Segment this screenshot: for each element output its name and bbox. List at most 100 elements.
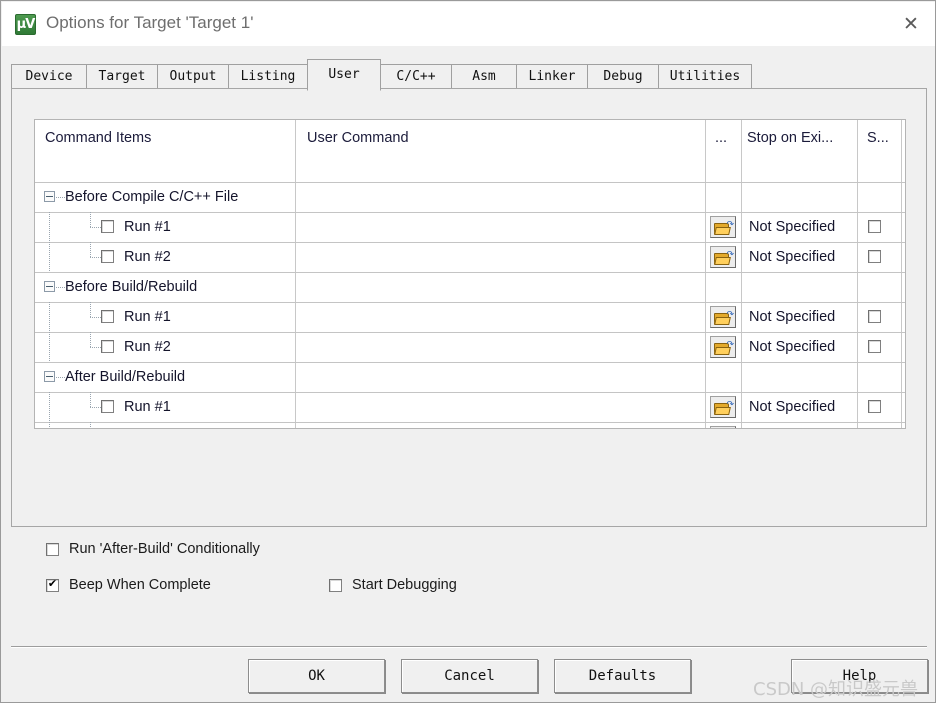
refresh-arrow-icon: ↷ — [726, 220, 734, 230]
folder-open-icon: ↷ — [714, 310, 734, 325]
close-icon[interactable]: ✕ — [888, 4, 934, 44]
tab-linker[interactable]: Linker — [516, 64, 588, 89]
tree-collapse-icon[interactable] — [44, 191, 55, 202]
run-enable-checkbox[interactable] — [101, 340, 114, 353]
user-tab-panel: Command Items User Command ... Stop on E… — [11, 88, 927, 593]
header-browse: ... — [715, 130, 728, 146]
refresh-arrow-icon: ↷ — [726, 250, 734, 260]
refresh-arrow-icon: ↷ — [726, 400, 734, 410]
tree-connector — [90, 302, 91, 318]
run-enable-checkbox[interactable] — [101, 250, 114, 263]
tab-debug[interactable]: Debug — [587, 64, 659, 89]
tab-device[interactable]: Device — [11, 64, 87, 89]
command-items-grid[interactable]: Command Items User Command ... Stop on E… — [34, 119, 906, 429]
tree-connector — [90, 227, 101, 228]
tree-item-label: Run #2 — [124, 422, 171, 428]
beep-when-complete-checkbox-box[interactable] — [46, 577, 59, 592]
run-after-build-conditionally-checkbox-label: Run 'After-Build' Conditionally — [69, 541, 260, 557]
tree-connector — [56, 197, 65, 198]
stop-on-exit-cell[interactable]: Not Specified — [749, 392, 835, 422]
tab-listing[interactable]: Listing — [228, 64, 308, 89]
tree-item-label: Run #2 — [124, 249, 171, 265]
keil-uvision-icon: µV — [15, 14, 36, 35]
keil-uvision-icon-glyph: µV — [16, 17, 36, 32]
table-row[interactable]: Run #2 ↷ Not Specified — [35, 332, 905, 362]
table-row[interactable]: Run #2 ↷ Not Specified — [35, 422, 905, 428]
footer-separator — [11, 646, 927, 648]
run-enable-checkbox[interactable] — [101, 310, 114, 323]
browse-folder-button[interactable]: ↷ — [710, 216, 736, 238]
tree-connector — [90, 347, 101, 348]
tree-connector — [56, 377, 65, 378]
folder-open-icon: ↷ — [714, 400, 734, 415]
tree-connector — [90, 407, 101, 408]
tree-connector — [90, 257, 101, 258]
stop-on-exit-cell[interactable]: Not Specified — [749, 422, 835, 428]
browse-folder-button[interactable]: ↷ — [710, 336, 736, 358]
csdn-watermark: CSDN @知识盛元兽 — [753, 679, 919, 700]
browse-folder-button[interactable]: ↷ — [710, 396, 736, 418]
folder-open-icon: ↷ — [714, 341, 734, 355]
tree-collapse-icon[interactable] — [44, 281, 55, 292]
header-stop-on-exit: Stop on Exi... — [747, 130, 834, 146]
spawn-checkbox[interactable] — [868, 310, 881, 323]
tab-c-c[interactable]: C/C++ — [380, 64, 452, 89]
folder-open-icon: ↷ — [714, 250, 734, 265]
spawn-checkbox[interactable] — [868, 340, 881, 353]
tree-item-label: Run #1 — [124, 219, 171, 235]
spawn-checkbox[interactable] — [868, 220, 881, 233]
run-enable-checkbox[interactable] — [101, 400, 114, 413]
tree-connector — [90, 242, 91, 258]
tree-connector — [56, 287, 65, 288]
stop-on-exit-cell[interactable]: Not Specified — [749, 212, 835, 242]
tree-connector — [90, 392, 91, 408]
table-row[interactable]: After Build/Rebuild — [35, 362, 905, 392]
tree-connector — [90, 212, 91, 228]
tree-group-label: Before Build/Rebuild — [65, 279, 198, 295]
tree-group-label: Before Compile C/C++ File — [65, 189, 239, 205]
table-row[interactable]: Run #1 ↷ Not Specified — [35, 212, 905, 242]
table-row[interactable]: Run #1 ↷ Not Specified — [35, 302, 905, 332]
tree-item-label: Run #1 — [124, 399, 171, 415]
stop-on-exit-cell[interactable]: Not Specified — [749, 332, 835, 362]
tab-output[interactable]: Output — [157, 64, 229, 89]
tree-group-label: After Build/Rebuild — [65, 369, 186, 385]
tree-connector — [49, 392, 50, 422]
tree-connector — [49, 212, 50, 242]
table-row[interactable]: Run #2 ↷ Not Specified — [35, 242, 905, 272]
folder-open-icon: ↷ — [714, 220, 734, 235]
window-title: Options for Target 'Target 1' — [46, 13, 254, 32]
table-row[interactable]: Before Compile C/C++ File — [35, 182, 905, 212]
ok-button[interactable]: OK — [248, 659, 385, 693]
run-after-build-conditionally-checkbox-box[interactable] — [46, 543, 59, 556]
tab-utilities[interactable]: Utilities — [658, 64, 752, 89]
spawn-checkbox[interactable] — [868, 250, 881, 263]
tree-item-label: Run #2 — [124, 339, 171, 355]
header-command-items: Command Items — [45, 130, 152, 146]
browse-folder-button[interactable]: ↷ — [710, 426, 736, 428]
stop-on-exit-cell[interactable]: Not Specified — [749, 242, 835, 272]
tree-connector — [49, 332, 50, 362]
cancel-button[interactable]: Cancel — [401, 659, 538, 693]
spawn-checkbox[interactable] — [868, 400, 881, 413]
run-enable-checkbox[interactable] — [101, 220, 114, 233]
refresh-arrow-icon: ↷ — [726, 310, 734, 320]
browse-folder-button[interactable]: ↷ — [710, 246, 736, 268]
table-row[interactable]: Before Build/Rebuild — [35, 272, 905, 302]
tree-connector — [49, 422, 50, 428]
tree-collapse-icon[interactable] — [44, 371, 55, 382]
tree-connector — [90, 422, 91, 428]
table-row[interactable]: Run #1 ↷ Not Specified — [35, 392, 905, 422]
tree-connector — [90, 317, 101, 318]
tab-target[interactable]: Target — [86, 64, 158, 89]
browse-folder-button[interactable]: ↷ — [710, 306, 736, 328]
header-user-command: User Command — [307, 130, 409, 146]
start-debugging-checkbox-box[interactable] — [329, 579, 342, 592]
tab-asm[interactable]: Asm — [451, 64, 517, 89]
grid-header: Command Items User Command ... Stop on E… — [35, 120, 905, 182]
header-spawn: S... — [867, 130, 889, 146]
tab-user[interactable]: User — [307, 59, 381, 91]
stop-on-exit-cell[interactable]: Not Specified — [749, 302, 835, 332]
tree-connector — [49, 242, 50, 272]
defaults-button[interactable]: Defaults — [554, 659, 691, 693]
